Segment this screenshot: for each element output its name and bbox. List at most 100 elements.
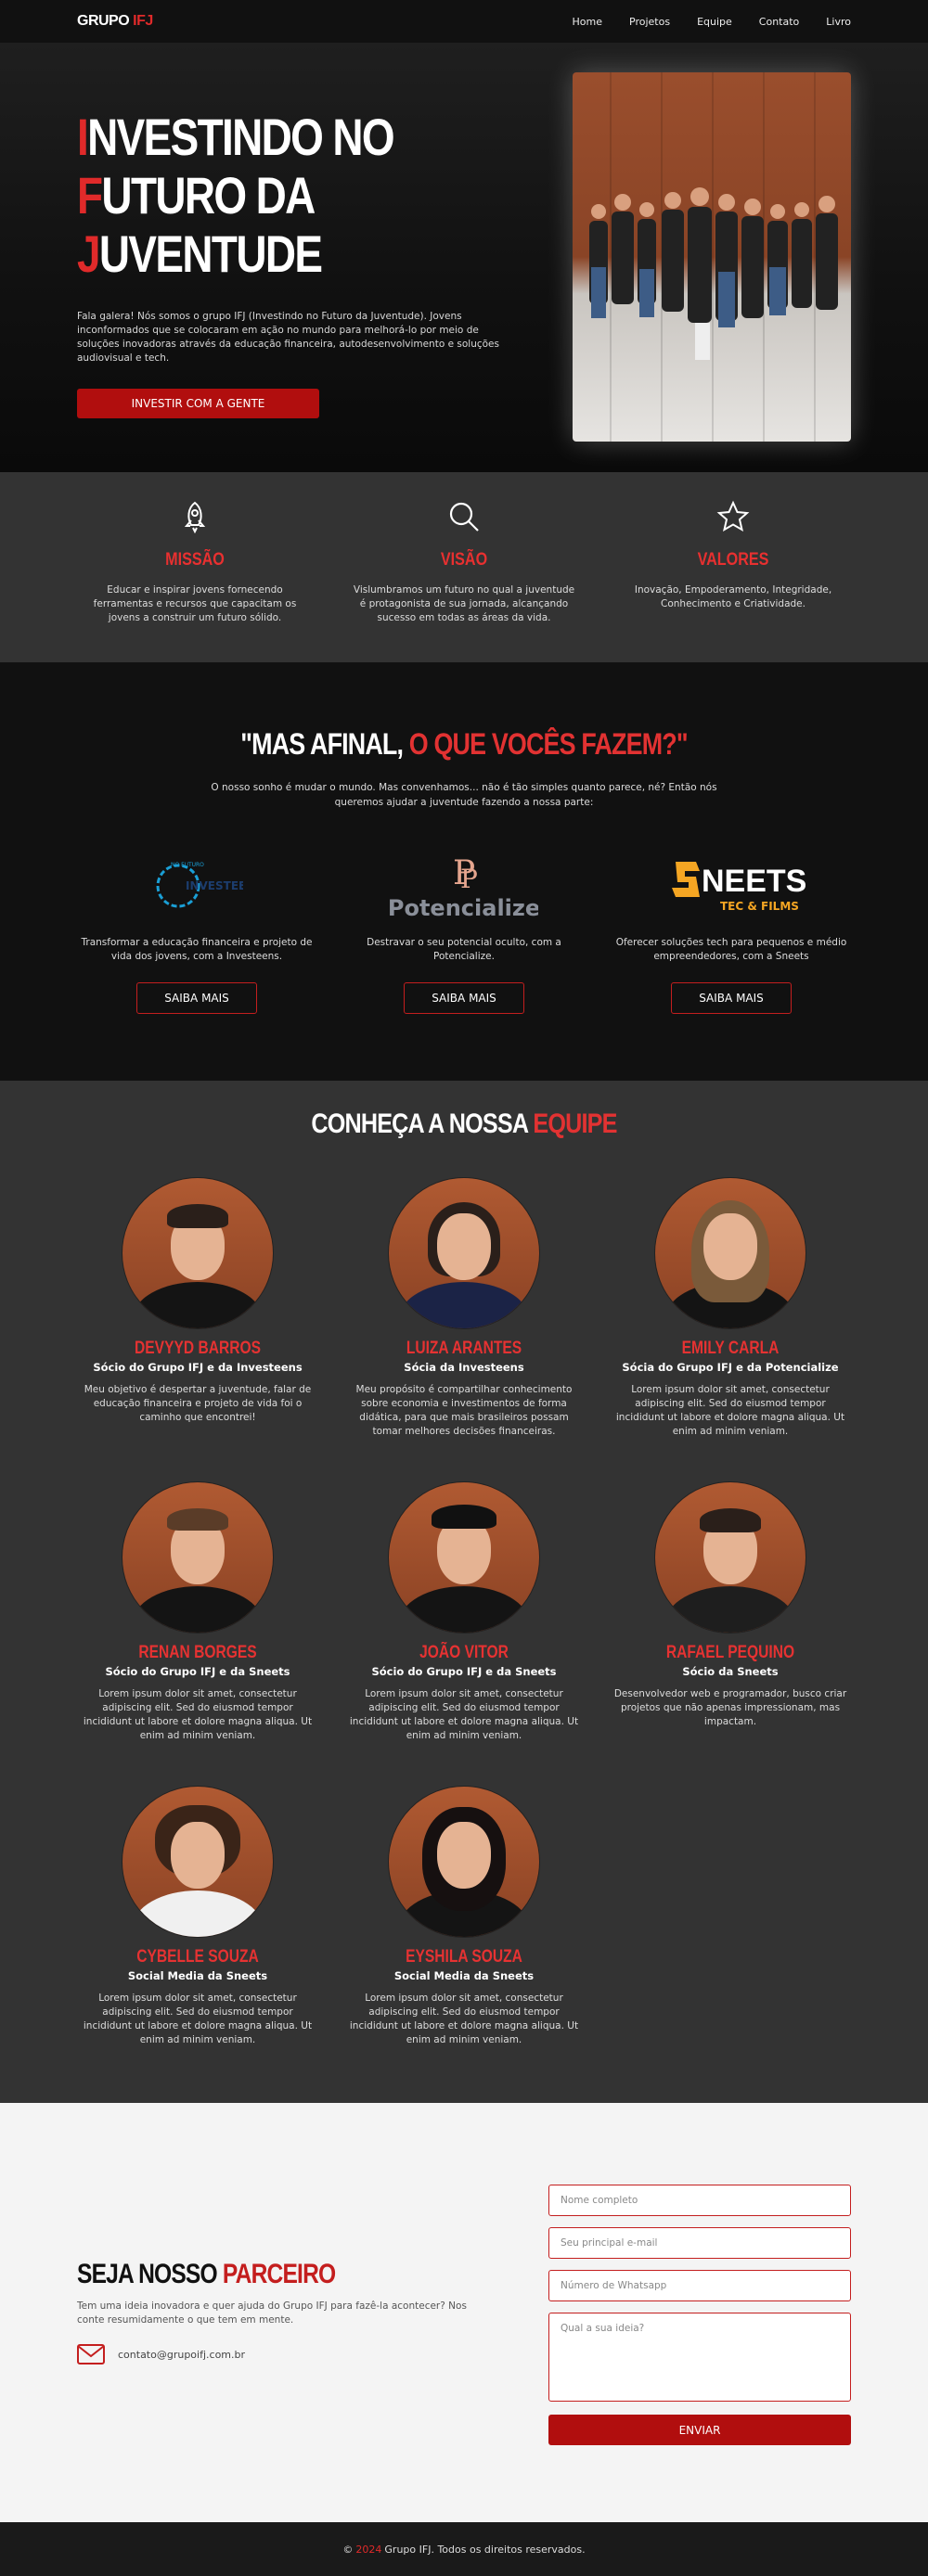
member-role: Sócia do Grupo IFJ e da Potencialize (622, 1361, 839, 1374)
idea-textarea[interactable]: Qual a sua ideia? (548, 2313, 851, 2402)
project-text: Transformar a educação financeira e proj… (81, 937, 313, 962)
member-role: Social Media da Sneets (127, 1969, 268, 1982)
projects-title-main: "MAS AFINAL, (240, 727, 404, 761)
value-card-missao: MISSÃO Educar e inspirar jovens fornecen… (84, 498, 306, 662)
project-sneets: NEETS TEC & FILMS Oferecer soluções tech… (606, 849, 857, 1014)
projects-title-accent: O QUE VOCÊS FAZEM?" (408, 727, 689, 761)
value-title: MISSÃO (165, 550, 225, 570)
member-name: RENAN BORGES (138, 1643, 257, 1662)
partner-form: Nome completo Seu principal e-mail Númer… (548, 2185, 851, 2445)
values-section: MISSÃO Educar e inspirar jovens fornecen… (0, 472, 928, 662)
member-bio: Lorem ipsum dolor sit amet, consectetur … (349, 1688, 579, 1741)
member-bio: Desenvolvedor web e programador, busco c… (613, 1688, 847, 1727)
hero-title-cap-2: F (77, 166, 103, 224)
value-text: Vislumbramos um futuro no qual a juventu… (353, 584, 575, 623)
send-button[interactable]: ENVIAR (548, 2415, 851, 2445)
logo-main: GRUPO (77, 13, 130, 29)
team-section: CONHEÇA A NOSSA EQUIPE DEVYYD BARROS Sóc… (0, 1081, 928, 2103)
member-photo (122, 1481, 274, 1634)
top-nav: GRUPO IFJ Home Projetos Equipe Contato L… (0, 0, 928, 43)
logo-accent: IFJ (133, 13, 153, 29)
projects-section: "MAS AFINAL, O QUE VOCÊS FAZEM?" O nosso… (0, 662, 928, 1081)
potencialize-logo-mark: P P Potencialize (390, 854, 538, 921)
member-photo (388, 1786, 540, 1938)
member-name: JOÃO VITOR (419, 1643, 509, 1662)
footer-text: Grupo IFJ. Todos os direitos reservados. (384, 2543, 586, 2556)
logo[interactable]: GRUPO IFJ (77, 13, 153, 30)
hero-title-line-3: UVENTUDE (98, 224, 323, 283)
projects-list: NO FUTURO INVESTEENS Transformar a educa… (0, 849, 928, 1014)
member-role: Sócia da Investeens (404, 1361, 524, 1374)
member-role: Sócio da Sneets (682, 1665, 779, 1678)
project-potencialize: P P Potencialize Destravar o seu potenci… (339, 849, 589, 1014)
projects-title: "MAS AFINAL, O QUE VOCÊS FAZEM?" (74, 727, 854, 762)
team-member: EMILY CARLA Sócia do Grupo IFJ e da Pote… (610, 1177, 851, 1439)
whatsapp-field[interactable]: Número de Whatsapp (548, 2270, 851, 2301)
team-member: DEVYYD BARROS Sócio do Grupo IFJ e da In… (77, 1177, 318, 1425)
team-title-accent: EQUIPE (533, 1109, 617, 1139)
partner-section: SEJA NOSSO PARCEIRO Tem uma ideia inovad… (0, 2103, 928, 2522)
member-role: Sócio do Grupo IFJ e da Investeens (93, 1361, 303, 1374)
team-title-main: CONHEÇA A NOSSA (311, 1109, 528, 1139)
project-text: Destravar o seu potencial oculto, com a … (367, 937, 561, 962)
value-title: VALORES (697, 550, 769, 570)
member-bio: Lorem ipsum dolor sit amet, consectetur … (349, 1993, 579, 2045)
footer: © 2024 Grupo IFJ. Todos os direitos rese… (0, 2522, 928, 2576)
sneets-logo: NEETS TEC & FILMS (657, 849, 806, 923)
sneets-logo-text: NEETS (702, 864, 806, 899)
member-bio: Lorem ipsum dolor sit amet, consectetur … (83, 1688, 313, 1741)
member-bio: Lorem ipsum dolor sit amet, consectetur … (615, 1384, 845, 1437)
member-bio: Lorem ipsum dolor sit amet, consectetur … (83, 1993, 313, 2045)
sneets-logo-mark: NEETS TEC & FILMS (672, 862, 806, 913)
member-name: RAFAEL PEQUINO (665, 1643, 795, 1662)
project-investeens: NO FUTURO INVESTEENS Transformar a educa… (71, 849, 322, 1014)
member-role: Sócio do Grupo IFJ e da Sneets (371, 1665, 557, 1678)
value-text: Educar e inspirar jovens fornecendo ferr… (93, 584, 297, 623)
member-photo (122, 1786, 274, 1938)
group-people-illustration (589, 187, 838, 360)
hero-description: Fala galera! Nós somos o grupo IFJ (Inve… (77, 311, 499, 364)
name-field[interactable]: Nome completo (548, 2185, 851, 2216)
saiba-mais-button[interactable]: SAIBA MAIS (671, 982, 792, 1014)
partner-title-accent: PARCEIRO (222, 2259, 336, 2289)
investeens-logo-main: INVESTEENS (186, 879, 243, 892)
nav-link-home[interactable]: Home (573, 16, 602, 28)
mail-icon (77, 2344, 105, 2365)
value-title: VISÃO (440, 550, 488, 570)
team-member: RENAN BORGES Sócio do Grupo IFJ e da Sne… (77, 1481, 318, 1743)
investeens-logo: NO FUTURO INVESTEENS (150, 849, 243, 923)
hero-title-line-2: UTURO DA (101, 166, 316, 224)
saiba-mais-button[interactable]: SAIBA MAIS (404, 982, 524, 1014)
team-group-photo (573, 72, 851, 442)
member-photo (654, 1177, 806, 1329)
star-icon (622, 498, 844, 535)
member-name: DEVYYD BARROS (135, 1339, 261, 1358)
nav-links: Home Projetos Equipe Contato Livro (573, 16, 851, 28)
project-text: Oferecer soluções tech para pequenos e m… (615, 937, 847, 962)
potencialize-logo-text: Potencialize (390, 895, 538, 921)
value-text: Inovação, Empoderamento, Integridade, Co… (634, 584, 832, 609)
team-grid: DEVYYD BARROS Sócio do Grupo IFJ e da In… (0, 1140, 928, 2077)
hero-title-line-1: NVESTINDO NO (87, 108, 394, 166)
nav-link-projetos[interactable]: Projetos (629, 16, 670, 28)
team-member: JOÃO VITOR Sócio do Grupo IFJ e da Sneet… (343, 1481, 585, 1743)
team-title: CONHEÇA A NOSSA EQUIPE (74, 1109, 854, 1140)
saiba-mais-button[interactable]: SAIBA MAIS (136, 982, 257, 1014)
nav-link-livro[interactable]: Livro (826, 16, 851, 28)
member-name: LUIZA ARANTES (406, 1339, 522, 1358)
invest-button[interactable]: INVESTIR COM A GENTE (77, 389, 319, 418)
nav-link-equipe[interactable]: Equipe (697, 16, 732, 28)
member-photo (388, 1177, 540, 1329)
email-field[interactable]: Seu principal e-mail (548, 2227, 851, 2259)
team-member: RAFAEL PEQUINO Sócio da Sneets Desenvolv… (610, 1481, 851, 1729)
member-photo (388, 1481, 540, 1634)
rocket-icon (84, 498, 306, 535)
value-card-valores: VALORES Inovação, Empoderamento, Integri… (622, 498, 844, 662)
nav-link-contato[interactable]: Contato (759, 16, 799, 28)
footer-year: 2024 (355, 2543, 382, 2556)
contact-email-text[interactable]: contato@grupoifj.com.br (118, 2349, 245, 2361)
partner-description: Tem uma ideia inovadora e quer ajuda do … (77, 2300, 467, 2326)
member-photo (122, 1177, 274, 1329)
investeens-logo-top: NO FUTURO (171, 862, 204, 868)
value-card-visao: VISÃO Vislumbramos um futuro no qual a j… (353, 498, 575, 662)
